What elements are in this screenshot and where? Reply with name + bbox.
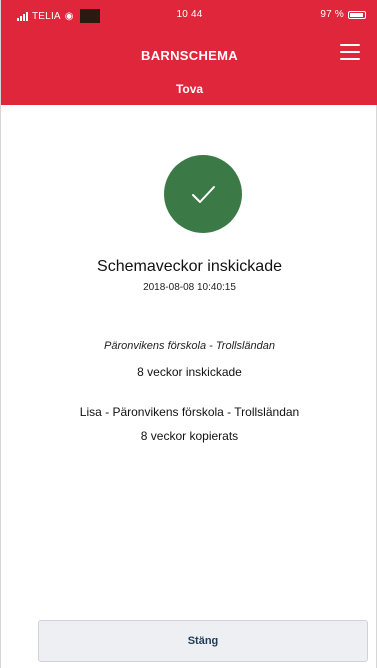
- child-name: Tova: [175, 82, 204, 96]
- checkmark-icon: [192, 186, 215, 203]
- battery-icon: [348, 10, 366, 19]
- copied-school: Lisa - Päronvikens förskola - Trollsländ…: [79, 405, 300, 419]
- copied-count: 8 veckor kopierats: [140, 429, 239, 443]
- submitted-count: 8 veckor inskickade: [137, 365, 242, 379]
- status-bar: TELIA ◉ 10 44 97 %: [1, 0, 377, 30]
- success-checkmark-icon: [164, 155, 242, 233]
- close-button[interactable]: Stäng: [38, 620, 368, 662]
- confirmation-title: Schemaveckor inskickade: [97, 258, 282, 275]
- page-title: BARNSCHEMA: [141, 48, 238, 63]
- submitted-school: Päronvikens förskola - Trollsländan: [104, 340, 275, 352]
- confirmation-timestamp: 2018-08-08 10:40:15: [143, 282, 236, 293]
- app-header: TELIA ◉ 10 44 97 % BARNSCHEMA Tova: [1, 0, 377, 105]
- battery-percent: 97 %: [320, 9, 344, 20]
- hamburger-menu-icon[interactable]: [340, 44, 360, 60]
- app-screen: TELIA ◉ 10 44 97 % BARNSCHEMA Tova Schem…: [0, 0, 377, 668]
- status-right: 97 %: [320, 9, 366, 20]
